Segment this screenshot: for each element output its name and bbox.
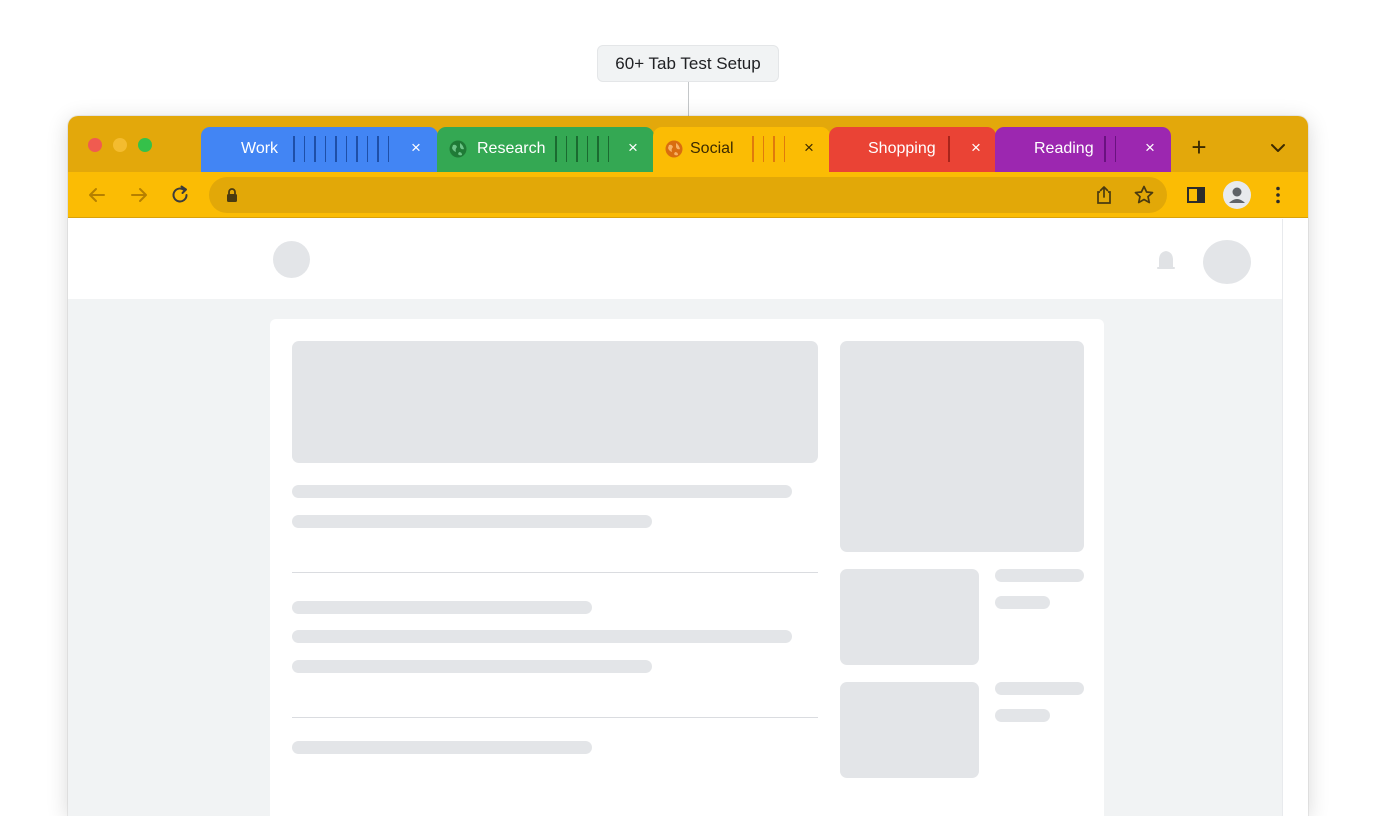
- tab-test-callout: 60+ Tab Test Setup: [597, 45, 779, 82]
- site-logo-placeholder: [273, 241, 310, 278]
- tab-label: Work: [241, 140, 279, 157]
- section-divider: [292, 717, 818, 718]
- globe-icon: [449, 140, 467, 158]
- section-divider: [292, 572, 818, 573]
- callout-connector: [688, 82, 689, 117]
- callout-text: 60+ Tab Test Setup: [615, 53, 761, 73]
- share-icon[interactable]: [1093, 184, 1115, 206]
- tab-group-social[interactable]: Social ×: [653, 127, 830, 172]
- tab-label: Shopping: [868, 140, 936, 157]
- site-header: [68, 219, 1282, 299]
- text-line-placeholder: [995, 596, 1050, 609]
- collapsed-tabs-indicator: [293, 136, 389, 162]
- collapsed-tabs-indicator: [752, 136, 785, 162]
- text-line-placeholder: [292, 630, 792, 643]
- tab-close-button[interactable]: ×: [406, 138, 426, 158]
- tab-group-research[interactable]: Research ×: [437, 127, 654, 172]
- forward-icon[interactable]: [127, 183, 151, 207]
- star-icon[interactable]: [1133, 184, 1155, 206]
- new-tab-button[interactable]: +: [1187, 134, 1211, 160]
- content-card: [270, 319, 1104, 816]
- globe-icon: [665, 140, 683, 158]
- back-icon[interactable]: [85, 183, 109, 207]
- collapsed-tabs-indicator: [555, 136, 609, 162]
- minimize-window-button[interactable]: [113, 138, 127, 152]
- text-line-placeholder: [995, 569, 1084, 582]
- close-window-button[interactable]: [88, 138, 102, 152]
- tab-group-shopping[interactable]: Shopping ×: [829, 127, 996, 172]
- avatar[interactable]: [1203, 240, 1251, 284]
- more-icon[interactable]: [1266, 183, 1290, 207]
- text-line-placeholder: [292, 515, 652, 528]
- text-line-placeholder: [292, 601, 592, 614]
- text-line-placeholder: [292, 660, 652, 673]
- hero-image-placeholder: [292, 341, 818, 463]
- address-bar[interactable]: [209, 177, 1167, 213]
- tab-close-button[interactable]: ×: [1140, 138, 1160, 158]
- browser-window: Work × Research × Social × Shopping × Re…: [68, 116, 1308, 816]
- tab-label: Research: [477, 140, 546, 157]
- sidebar-image-placeholder: [840, 341, 1084, 552]
- collapsed-tabs-indicator: [948, 136, 950, 162]
- bell-icon[interactable]: [1155, 248, 1177, 274]
- tab-close-button[interactable]: ×: [623, 138, 643, 158]
- text-line-placeholder: [995, 709, 1050, 722]
- side-panel-icon[interactable]: [1184, 183, 1208, 207]
- tab-label: Social: [690, 140, 734, 157]
- text-line-placeholder: [292, 741, 592, 754]
- tab-close-button[interactable]: ×: [966, 138, 986, 158]
- thumbnail-placeholder: [840, 682, 979, 778]
- tab-group-work[interactable]: Work ×: [201, 127, 438, 172]
- scrollbar-track[interactable]: [1282, 219, 1308, 816]
- text-line-placeholder: [292, 485, 792, 498]
- tab-label: Reading: [1034, 140, 1094, 157]
- lock-icon: [227, 188, 237, 202]
- collapsed-tabs-indicator: [1104, 136, 1116, 162]
- text-line-placeholder: [995, 682, 1084, 695]
- profile-icon[interactable]: [1222, 180, 1252, 210]
- tab-group-reading[interactable]: Reading ×: [995, 127, 1171, 172]
- tab-search-chevron-icon[interactable]: [1266, 138, 1290, 158]
- tab-strip: Work × Research × Social × Shopping × Re…: [68, 116, 1308, 172]
- reload-icon[interactable]: [168, 183, 192, 207]
- maximize-window-button[interactable]: [138, 138, 152, 152]
- thumbnail-placeholder: [840, 569, 979, 665]
- tab-close-button[interactable]: ×: [799, 138, 819, 158]
- browser-toolbar: [68, 172, 1308, 218]
- page-content: [68, 219, 1282, 816]
